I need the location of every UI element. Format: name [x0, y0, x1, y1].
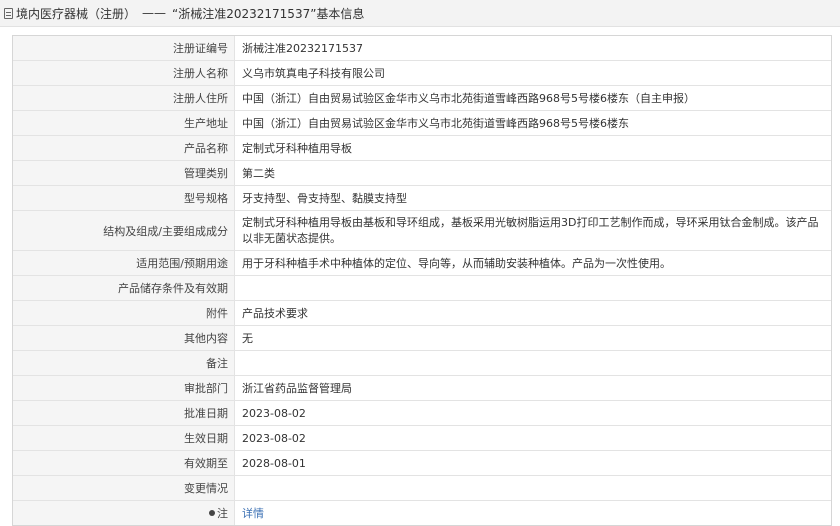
row-expiry-date: 有效期至 2028-08-01 — [13, 451, 831, 476]
breadcrumb: 境内医疗器械（注册） —— “浙械注准20232171537”基本信息 — [0, 0, 840, 27]
breadcrumb-separator: —— — [142, 6, 167, 20]
field-value — [235, 476, 831, 500]
field-value: 定制式牙科种植用导板由基板和导环组成，基板采用光敏树脂运用3D打印工艺制作而成，… — [242, 215, 819, 245]
field-label: 备注 — [13, 351, 235, 375]
field-label: 注册证编号 — [13, 36, 235, 60]
field-value: 牙支持型、骨支持型、黏膜支持型 — [242, 192, 407, 205]
field-value: 中国（浙江）自由贸易试验区金华市义乌市北苑街道雪峰西路968号5号楼6楼东 — [242, 117, 629, 130]
bullet-icon — [209, 510, 215, 516]
note-label: 注 — [13, 501, 235, 525]
field-label: 有效期至 — [13, 451, 235, 475]
field-label: 批准日期 — [13, 401, 235, 425]
field-value: 用于牙科种植手术中种植体的定位、导向等，从而辅助安装种植体。产品为一次性使用。 — [242, 257, 671, 270]
field-value: 2028-08-01 — [242, 456, 306, 470]
row-registrant-address: 注册人住所 中国（浙江）自由贸易试验区金华市义乌市北苑街道雪峰西路968号5号楼… — [13, 86, 831, 111]
field-value — [235, 276, 831, 300]
row-attachment: 附件 产品技术要求 — [13, 301, 831, 326]
row-product-name: 产品名称 定制式牙科种植用导板 — [13, 136, 831, 161]
field-value: 浙械注准20232171537 — [242, 42, 363, 55]
field-value: 第二类 — [242, 167, 275, 180]
field-value: 无 — [242, 332, 253, 345]
breadcrumb-title: “浙械注准20232171537”基本信息 — [172, 6, 365, 21]
row-registration-number: 注册证编号 浙械注准20232171537 — [13, 36, 831, 61]
field-label: 型号规格 — [13, 186, 235, 210]
row-management-category: 管理类别 第二类 — [13, 161, 831, 186]
field-label: 产品名称 — [13, 136, 235, 160]
row-other-content: 其他内容 无 — [13, 326, 831, 351]
field-value: 义乌市筑真电子科技有限公司 — [242, 67, 385, 80]
field-label: 管理类别 — [13, 161, 235, 185]
row-registrant-name: 注册人名称 义乌市筑真电子科技有限公司 — [13, 61, 831, 86]
row-change-status: 变更情况 — [13, 476, 831, 501]
field-value: 2023-08-02 — [242, 431, 306, 445]
breadcrumb-category[interactable]: 境内医疗器械（注册） — [16, 5, 136, 22]
row-approval-department: 审批部门 浙江省药品监督管理局 — [13, 376, 831, 401]
row-note: 注 详情 — [13, 501, 831, 526]
field-label: 其他内容 — [13, 326, 235, 350]
field-value — [235, 351, 831, 375]
field-value: 定制式牙科种植用导板 — [242, 142, 352, 155]
info-table: 注册证编号 浙械注准20232171537 注册人名称 义乌市筑真电子科技有限公… — [12, 35, 832, 526]
field-label: 审批部门 — [13, 376, 235, 400]
field-label: 附件 — [13, 301, 235, 325]
row-storage-validity: 产品储存条件及有效期 — [13, 276, 831, 301]
field-label: 适用范围/预期用途 — [13, 251, 235, 275]
row-intended-use: 适用范围/预期用途 用于牙科种植手术中种植体的定位、导向等，从而辅助安装种植体。… — [13, 251, 831, 276]
field-value: 产品技术要求 — [242, 307, 308, 320]
row-structure-composition: 结构及组成/主要组成成分 定制式牙科种植用导板由基板和导环组成，基板采用光敏树脂… — [13, 211, 831, 251]
field-label: 注册人住所 — [13, 86, 235, 110]
document-icon — [4, 7, 13, 19]
field-label: 结构及组成/主要组成成分 — [13, 211, 235, 250]
field-value: 2023-08-02 — [242, 406, 306, 420]
field-label: 产品储存条件及有效期 — [13, 276, 235, 300]
field-label: 注册人名称 — [13, 61, 235, 85]
row-effective-date: 生效日期 2023-08-02 — [13, 426, 831, 451]
field-label: 生效日期 — [13, 426, 235, 450]
row-production-address: 生产地址 中国（浙江）自由贸易试验区金华市义乌市北苑街道雪峰西路968号5号楼6… — [13, 111, 831, 136]
field-label: 生产地址 — [13, 111, 235, 135]
field-value: 中国（浙江）自由贸易试验区金华市义乌市北苑街道雪峰西路968号5号楼6楼东（自主… — [242, 92, 695, 105]
note-value: 详情 — [235, 501, 831, 525]
field-label: 变更情况 — [13, 476, 235, 500]
row-model-spec: 型号规格 牙支持型、骨支持型、黏膜支持型 — [13, 186, 831, 211]
field-value: 浙江省药品监督管理局 — [242, 382, 352, 395]
row-remarks: 备注 — [13, 351, 831, 376]
row-approval-date: 批准日期 2023-08-02 — [13, 401, 831, 426]
